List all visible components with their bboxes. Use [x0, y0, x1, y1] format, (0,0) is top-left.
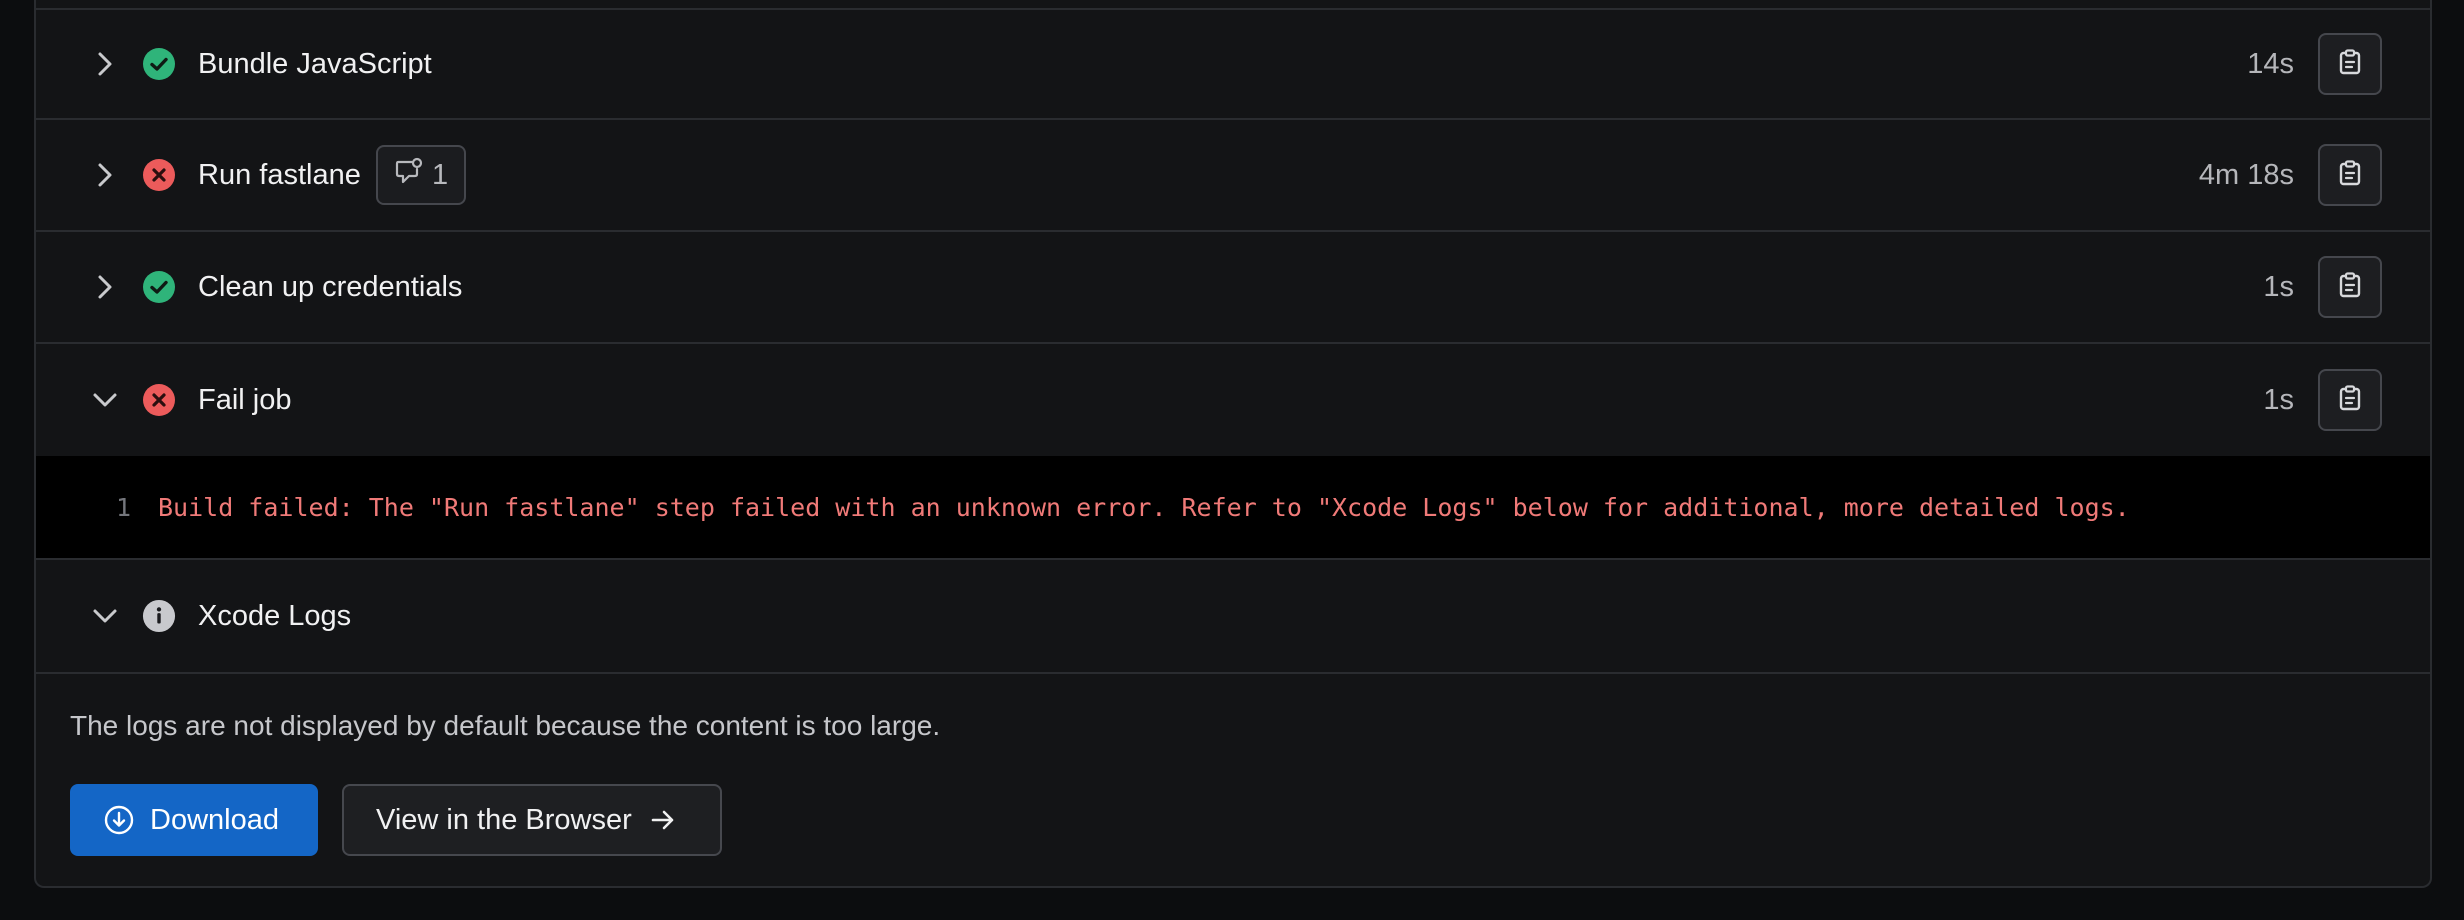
chevron-right-icon[interactable] — [90, 49, 120, 79]
clipboard-icon — [2339, 271, 2361, 303]
step-row-xcode-logs[interactable]: Xcode Logs — [36, 560, 2430, 674]
copy-log-button[interactable] — [2318, 256, 2382, 318]
view-in-browser-button[interactable]: View in the Browser — [342, 784, 722, 856]
view-label: View in the Browser — [376, 803, 632, 836]
arrow-right-icon — [650, 808, 676, 832]
annotation-badge[interactable]: 1 — [376, 145, 467, 205]
clipboard-icon — [2339, 48, 2361, 80]
download-button[interactable]: Download — [70, 784, 318, 856]
chevron-down-icon[interactable] — [90, 385, 120, 415]
download-label: Download — [150, 803, 279, 836]
x-circle-icon — [142, 158, 176, 192]
step-name: Fail job — [198, 383, 292, 416]
log-line-number: 1 — [116, 492, 132, 522]
chevron-down-icon[interactable] — [90, 601, 120, 631]
x-circle-icon — [142, 383, 176, 417]
step-duration: 4m 18s — [2198, 158, 2294, 191]
copy-log-button[interactable] — [2318, 369, 2382, 431]
annotation-count: 1 — [432, 158, 449, 191]
step-duration: 1s — [2263, 383, 2294, 416]
step-duration: 1s — [2263, 270, 2294, 303]
download-circle-icon — [104, 805, 134, 835]
step-name: Bundle JavaScript — [198, 47, 432, 80]
build-steps-panel: Bundle JavaScript 14s Run fastlane 1 4m … — [34, 0, 2432, 888]
chevron-right-icon[interactable] — [90, 272, 120, 302]
step-row-bundle-javascript[interactable]: Bundle JavaScript 14s — [36, 10, 2430, 120]
copy-log-button[interactable] — [2318, 144, 2382, 206]
step-name: Run fastlane — [198, 158, 361, 191]
step-duration: 14s — [2247, 47, 2294, 80]
step-row-clean-up-credentials[interactable]: Clean up credentials 1s — [36, 232, 2430, 344]
check-circle-icon — [142, 47, 176, 81]
chevron-right-icon[interactable] — [90, 160, 120, 190]
logs-notice: The logs are not displayed by default be… — [70, 710, 941, 741]
step-name: Clean up credentials — [198, 270, 463, 303]
check-circle-icon — [142, 270, 176, 304]
info-icon — [142, 599, 176, 633]
clipboard-icon — [2339, 384, 2361, 416]
step-row-run-fastlane[interactable]: Run fastlane 1 4m 18s — [36, 120, 2430, 232]
step-name: Xcode Logs — [198, 599, 352, 632]
copy-log-button[interactable] — [2318, 33, 2382, 95]
clipboard-icon — [2339, 159, 2361, 191]
log-line-text: Build failed: The "Run fastlane" step fa… — [158, 492, 2130, 522]
comment-icon — [394, 157, 424, 193]
log-output: 1 Build failed: The "Run fastlane" step … — [36, 456, 2430, 560]
step-row-fail-job[interactable]: Fail job 1s — [36, 344, 2430, 456]
